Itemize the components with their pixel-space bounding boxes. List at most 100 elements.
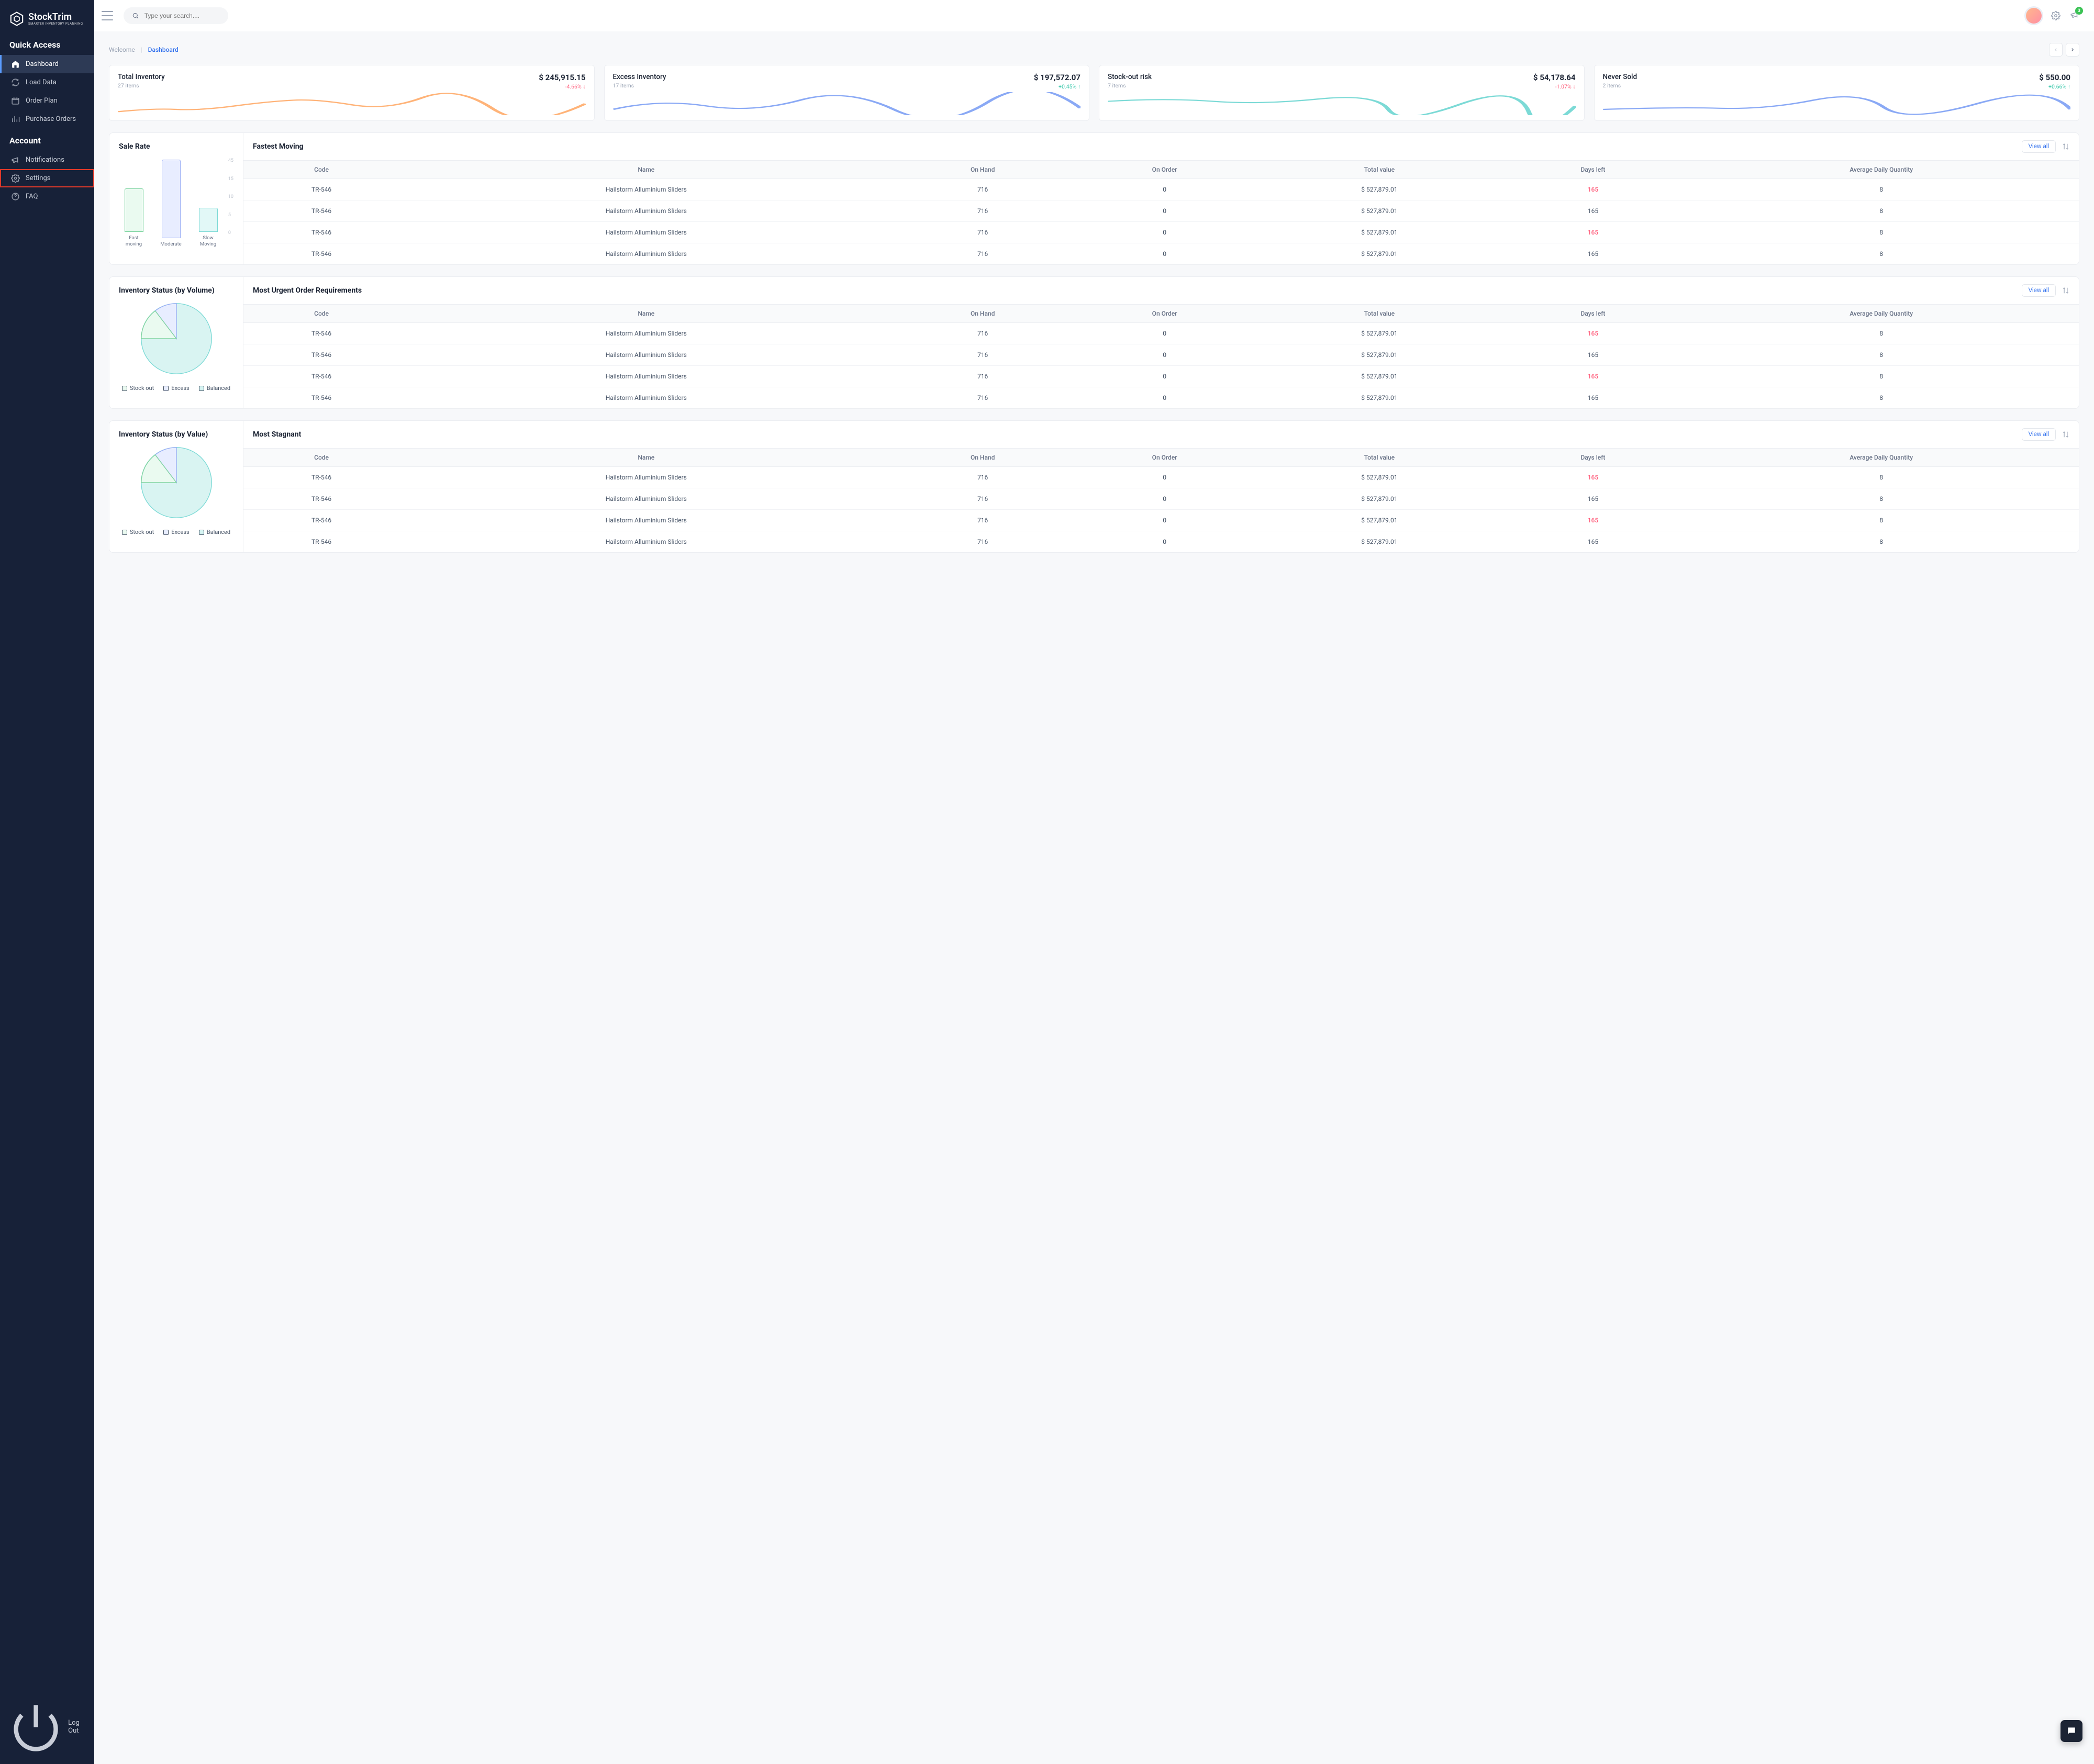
account-title: Account <box>0 128 94 151</box>
kpi-value: $ 54,178.64 <box>1533 73 1576 82</box>
kpi-label: Excess Inventory <box>613 73 666 81</box>
kpi-card[interactable]: Stock-out risk 7 items $ 54,178.64 -1.07… <box>1099 65 1585 121</box>
logo-text: StockTrim <box>28 13 83 22</box>
table-header: Average Daily Quantity <box>1684 305 2079 323</box>
chart-icon <box>11 115 20 124</box>
prev-button[interactable] <box>2049 43 2063 57</box>
quick-access-title: Quick Access <box>0 32 94 55</box>
logo[interactable]: StockTrim SMARTER INVENTORY PLANNING <box>0 0 94 32</box>
logo-tagline: SMARTER INVENTORY PLANNING <box>28 22 83 26</box>
bar: Fastmoving <box>122 188 146 247</box>
sidebar-item-notifications[interactable]: Notifications <box>0 151 94 169</box>
sidebar-item-label: FAQ <box>26 193 38 200</box>
kpi-label: Never Sold <box>1603 73 1638 81</box>
table-header: On Order <box>1073 305 1256 323</box>
sparkline <box>1603 92 2071 115</box>
table-row[interactable]: TR-546Hailstorm Alluminium Sliders7160 $… <box>243 344 2079 366</box>
search-input[interactable] <box>144 12 220 19</box>
breadcrumb: Welcome | Dashboard <box>109 46 179 53</box>
sidebar-item-label: Notifications <box>26 156 64 164</box>
search-icon <box>132 12 139 20</box>
next-button[interactable] <box>2066 43 2079 57</box>
inventory-volume-title: Inventory Status (by Volume) <box>119 286 233 295</box>
sale-rate-chart: 45151050 Fastmoving Moderate SlowMoving <box>119 158 233 247</box>
sidebar-item-faq[interactable]: FAQ <box>0 187 94 206</box>
view-all-button[interactable]: View all <box>2022 284 2056 297</box>
table-row[interactable]: TR-546Hailstorm Alluminium Sliders7160 $… <box>243 200 2079 222</box>
search-input-wrap[interactable] <box>124 7 228 24</box>
kpi-value: $ 550.00 <box>2039 73 2070 82</box>
sidebar-item-label: Settings <box>26 174 50 182</box>
sparkline <box>1108 92 1576 115</box>
help-icon <box>11 192 20 201</box>
table-header: Days left <box>1502 449 1684 467</box>
chevron-right-icon <box>2070 47 2075 52</box>
sort-icon[interactable] <box>2062 143 2069 150</box>
sidebar-item-label: Load Data <box>26 79 57 86</box>
table-row[interactable]: TR-546Hailstorm Alluminium Sliders7160 $… <box>243 488 2079 510</box>
sidebar-item-settings[interactable]: Settings <box>0 169 94 187</box>
kpi-delta: +0.45% ↑ <box>1034 83 1081 90</box>
settings-icon[interactable] <box>2051 11 2060 20</box>
view-all-button[interactable]: View all <box>2022 140 2056 153</box>
chat-button[interactable] <box>2060 1720 2082 1742</box>
table-header: Total value <box>1256 449 1502 467</box>
table-row[interactable]: TR-546Hailstorm Alluminium Sliders7160 $… <box>243 510 2079 531</box>
sidebar-item-load-data[interactable]: Load Data <box>0 73 94 92</box>
view-all-button[interactable]: View all <box>2022 428 2056 441</box>
table-row[interactable]: TR-546Hailstorm Alluminium Sliders7160 $… <box>243 323 2079 344</box>
sort-icon[interactable] <box>2062 431 2069 438</box>
inventory-value-title: Inventory Status (by Value) <box>119 430 233 439</box>
notifications-button[interactable]: 3 <box>2070 10 2079 21</box>
notification-badge: 3 <box>2075 7 2083 15</box>
table-row[interactable]: TR-546Hailstorm Alluminium Sliders7160 $… <box>243 387 2079 409</box>
table-header: Total value <box>1256 305 1502 323</box>
sparkline <box>613 92 1081 115</box>
table-row[interactable]: TR-546Hailstorm Alluminium Sliders7160 $… <box>243 467 2079 488</box>
table-row[interactable]: TR-546Hailstorm Alluminium Sliders7160 $… <box>243 366 2079 387</box>
table-row[interactable]: TR-546Hailstorm Alluminium Sliders7160 $… <box>243 531 2079 553</box>
avatar[interactable] <box>2026 8 2042 24</box>
breadcrumb-root[interactable]: Welcome <box>109 46 135 53</box>
table-header: Code <box>243 449 399 467</box>
kpi-delta: -4.66% ↓ <box>539 83 585 90</box>
stagnant-table: CodeNameOn HandOn OrderTotal valueDays l… <box>243 448 2079 552</box>
kpi-card[interactable]: Never Sold 2 items $ 550.00 +0.66% ↑ <box>1594 65 2080 121</box>
kpi-value: $ 197,572.07 <box>1034 73 1081 82</box>
kpi-label: Total Inventory <box>118 73 165 81</box>
table-header: On Hand <box>893 449 1073 467</box>
kpi-card[interactable]: Excess Inventory 17 items $ 197,572.07 +… <box>604 65 1090 121</box>
table-header: Total value <box>1256 161 1502 179</box>
table-header: Days left <box>1502 305 1684 323</box>
sort-icon[interactable] <box>2062 287 2069 294</box>
legend-item: Balanced <box>199 529 230 535</box>
megaphone-icon <box>11 155 20 164</box>
power-icon <box>9 1701 62 1754</box>
breadcrumb-current[interactable]: Dashboard <box>148 46 179 53</box>
legend-item: Stock out <box>122 529 154 535</box>
legend-item: Stock out <box>122 385 154 392</box>
sidebar-item-dashboard[interactable]: Dashboard <box>0 55 94 73</box>
kpi-card[interactable]: Total Inventory 27 items $ 245,915.15 -4… <box>109 65 595 121</box>
table-header: Days left <box>1502 161 1684 179</box>
fastest-moving-title: Fastest Moving <box>253 142 304 151</box>
table-row[interactable]: TR-546Hailstorm Alluminium Sliders7160 $… <box>243 243 2079 265</box>
kpi-sub: 7 items <box>1108 82 1152 89</box>
table-header: On Hand <box>893 305 1073 323</box>
legend-item: Excess <box>163 385 190 392</box>
sale-rate-title: Sale Rate <box>119 142 233 151</box>
chat-icon <box>2066 1726 2077 1736</box>
table-row[interactable]: TR-546Hailstorm Alluminium Sliders7160 $… <box>243 179 2079 200</box>
inventory-value-pie <box>140 446 213 519</box>
gear-icon <box>11 174 20 183</box>
table-header: Name <box>399 161 893 179</box>
table-row[interactable]: TR-546Hailstorm Alluminium Sliders7160 $… <box>243 222 2079 243</box>
sidebar: StockTrim SMARTER INVENTORY PLANNING Qui… <box>0 0 94 1764</box>
sidebar-item-purchase-orders[interactable]: Purchase Orders <box>0 110 94 128</box>
calendar-icon <box>11 96 20 105</box>
table-header: On Order <box>1073 449 1256 467</box>
sidebar-item-order-plan[interactable]: Order Plan <box>0 92 94 110</box>
stagnant-title: Most Stagnant <box>253 430 301 439</box>
menu-toggle[interactable] <box>102 11 113 20</box>
logout-button[interactable]: Log Out <box>0 1691 94 1764</box>
